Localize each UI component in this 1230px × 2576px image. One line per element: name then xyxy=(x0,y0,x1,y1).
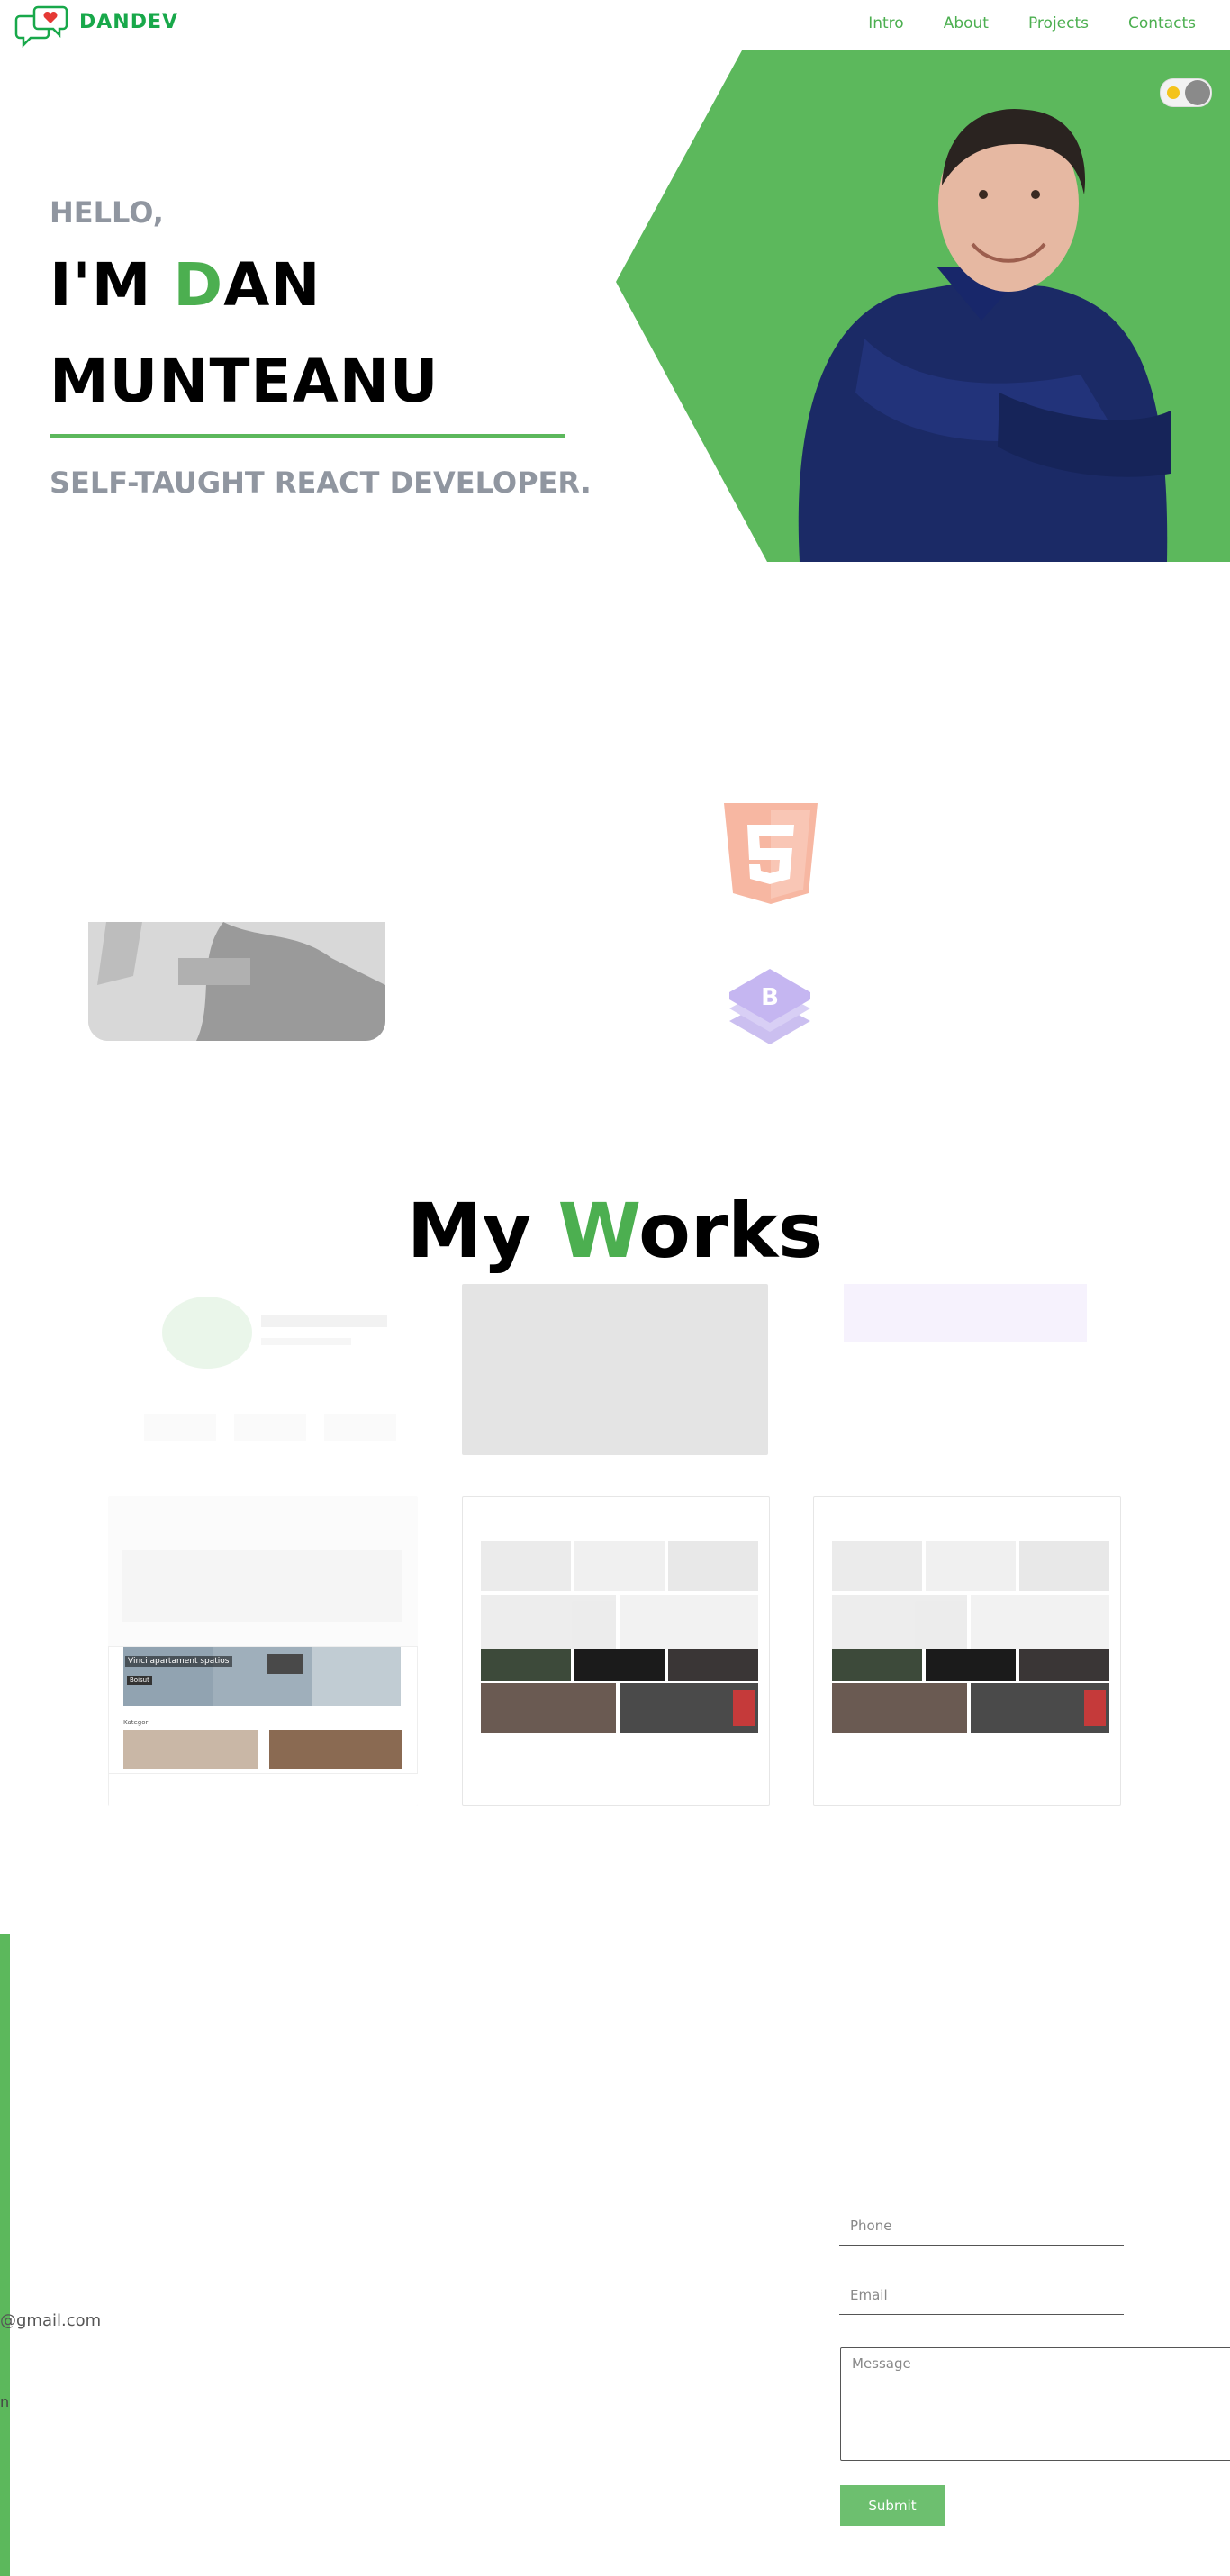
project-card-3[interactable] xyxy=(813,1282,1119,1453)
contact-info-fragment: n xyxy=(0,2393,10,2410)
hero-name-line-1: I'M DAN xyxy=(50,250,321,320)
project-card-2[interactable] xyxy=(462,1284,768,1455)
svg-text:B: B xyxy=(761,984,779,1011)
hero-surname: MUNTEANU xyxy=(50,347,439,416)
nav-link-projects[interactable]: Projects xyxy=(1028,14,1089,32)
name-rest: AN xyxy=(223,250,321,320)
name-initial: D xyxy=(173,250,224,320)
email-field[interactable] xyxy=(839,2275,1124,2315)
logo[interactable]: DANDEV xyxy=(14,4,185,49)
bootstrap-icon: B xyxy=(729,969,810,1044)
toggle-knob xyxy=(1185,80,1210,105)
message-field[interactable] xyxy=(840,2347,1230,2461)
project-section-label: Kategor xyxy=(123,1719,149,1726)
works-heading: My Works xyxy=(0,1187,1230,1275)
project-card-5[interactable] xyxy=(462,1496,770,1806)
html5-icon xyxy=(724,803,818,904)
contact-accent-bar xyxy=(0,1934,10,2576)
nav-link-intro[interactable]: Intro xyxy=(868,14,903,32)
project-caption: Vinci apartament spatios xyxy=(125,1656,232,1667)
hero-greeting: HELLO, xyxy=(50,195,164,230)
nav-links: Intro About Projects Contacts xyxy=(868,14,1196,32)
top-navbar: DANDEV Intro About Projects Contacts xyxy=(0,0,1230,50)
phone-field[interactable] xyxy=(839,2206,1124,2246)
chat-logo-icon xyxy=(14,5,68,49)
about-image xyxy=(88,922,385,1041)
project-card-1[interactable] xyxy=(108,1279,416,1450)
project-card-6[interactable] xyxy=(813,1496,1121,1806)
theme-toggle[interactable] xyxy=(1160,78,1212,107)
brand-name: DANDEV xyxy=(79,11,179,33)
works-title-prefix: My xyxy=(406,1187,558,1275)
nav-link-about[interactable]: About xyxy=(944,14,989,32)
works-title-initial: W xyxy=(557,1187,639,1275)
hero-tagline: SELF-TAUGHT REACT DEVELOPER. xyxy=(50,465,592,500)
hero-divider xyxy=(50,434,565,438)
contact-email[interactable]: @gmail.com xyxy=(0,2311,101,2330)
submit-button[interactable]: Submit xyxy=(840,2485,945,2526)
nav-link-contacts[interactable]: Contacts xyxy=(1128,14,1196,32)
name-prefix: I'M xyxy=(50,250,174,320)
project-badge: Boisut xyxy=(127,1676,152,1685)
sun-icon xyxy=(1167,86,1180,99)
works-title-rest: orks xyxy=(638,1187,824,1275)
project-card-4[interactable]: Vinci apartament spatios Boisut Kategor xyxy=(108,1496,418,1806)
